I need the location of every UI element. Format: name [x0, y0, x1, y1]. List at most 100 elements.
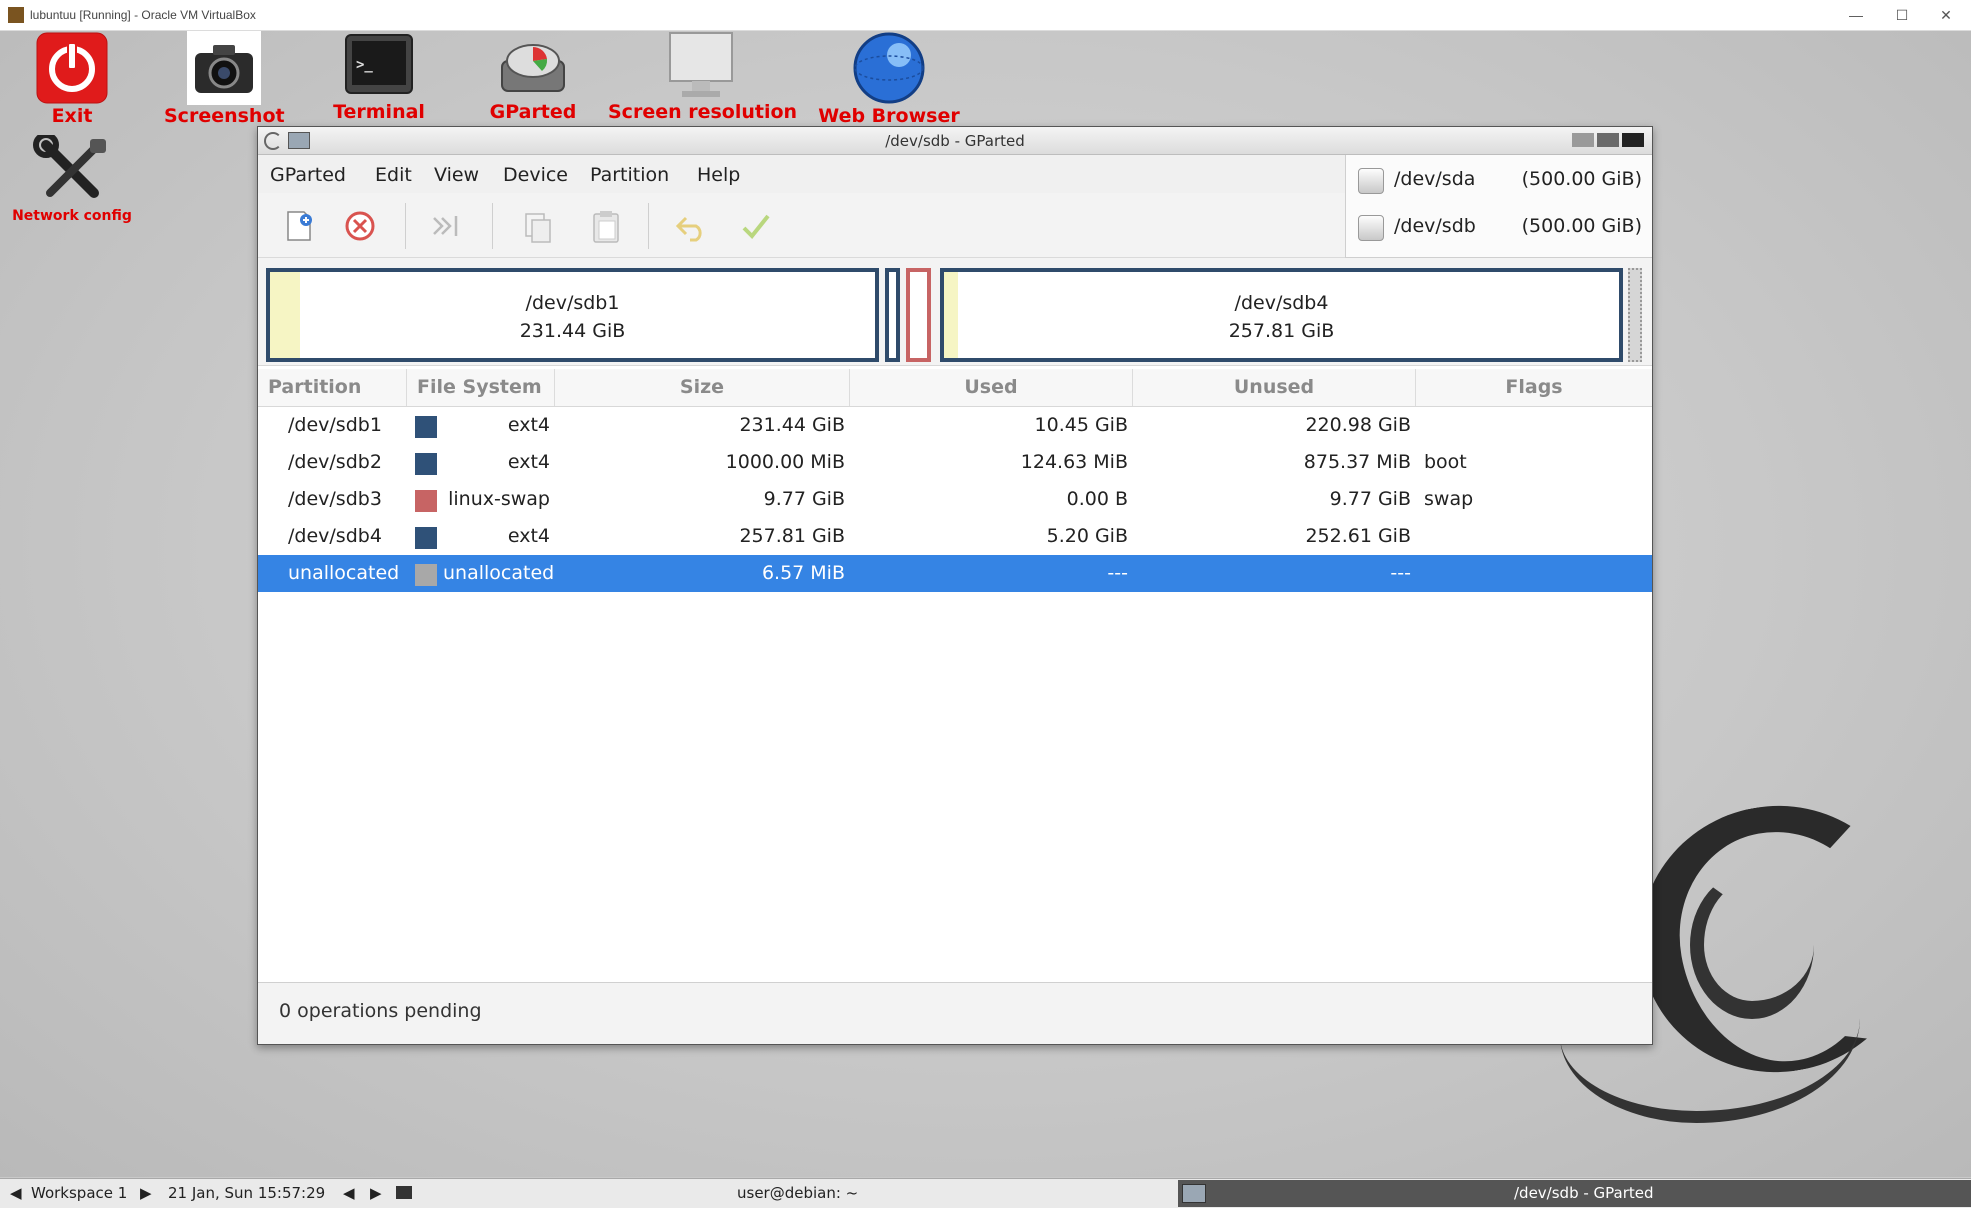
desktop-icon-label: GParted [489, 101, 577, 123]
desktop-icon-label: Terminal [333, 101, 425, 123]
partition-map-unallocated[interactable] [1628, 268, 1642, 362]
cell-unused: 875.37 MiB [1303, 451, 1411, 473]
device-name: /dev/sdb [1394, 215, 1476, 237]
desktop-icon-screenshot[interactable]: Screenshot [164, 31, 285, 127]
window-maximize-button[interactable] [1597, 133, 1619, 147]
task-gparted[interactable]: /dev/sdb - GParted [1178, 1180, 1971, 1207]
desktop-icon-label: Screen resolution [608, 101, 798, 123]
workspace-label[interactable]: Workspace 1 [31, 1184, 127, 1202]
terminal-task-icon[interactable] [396, 1186, 412, 1199]
device-name: /dev/sda [1394, 168, 1476, 190]
partition-map-name: /dev/sdb4 [1234, 292, 1329, 314]
partition-map-size: 257.81 GiB [1228, 320, 1335, 342]
workspace-prev-arrow-icon[interactable]: ◀ [10, 1184, 22, 1202]
cell-partition: unallocated [288, 562, 400, 584]
toolbar-separator [492, 203, 493, 249]
cell-unused: --- [1390, 562, 1411, 584]
virtualbox-icon [8, 7, 24, 23]
menu-view[interactable]: View [434, 164, 479, 186]
host-close-button[interactable]: ✕ [1926, 3, 1966, 27]
undo-icon[interactable] [672, 206, 712, 246]
operations-pending-status: 0 operations pending [279, 1000, 482, 1022]
column-header-used[interactable]: Used [850, 369, 1133, 406]
paste-icon[interactable] [586, 206, 626, 246]
partition-map-sdb4[interactable]: /dev/sdb4 257.81 GiB [940, 268, 1623, 362]
cell-partition: /dev/sdb2 [288, 451, 382, 473]
desktop-icon-screen-resolution[interactable]: Screen resolution [608, 31, 798, 123]
cell-flags: swap [1424, 488, 1474, 510]
disk-map: /dev/sdb1 231.44 GiB /dev/sdb4 257.81 Gi… [258, 258, 1652, 366]
table-row[interactable]: /dev/sdb2 ext4 1000.00 MiB 124.63 MiB 875.37… [258, 444, 1652, 481]
clock: 21 Jan, Sun 15:57:29 [168, 1184, 326, 1202]
resize-move-icon[interactable] [426, 206, 466, 246]
menu-device[interactable]: Device [503, 164, 568, 186]
window-minimize-button[interactable] [1572, 133, 1594, 147]
used-space-bar [944, 272, 958, 358]
gparted-titlebar[interactable]: /dev/sdb - GParted [258, 127, 1652, 155]
menu-partition[interactable]: Partition [590, 164, 669, 186]
new-partition-icon[interactable] [278, 206, 318, 246]
partition-map-sdb2[interactable] [885, 268, 900, 362]
menu-edit[interactable]: Edit [375, 164, 412, 186]
gparted-window: /dev/sdb - GParted GParted Edit View Dev… [257, 126, 1653, 1045]
tools-icon [33, 135, 106, 198]
cell-size: 1000.00 MiB [725, 451, 845, 473]
table-row[interactable]: /dev/sdb4 ext4 257.81 GiB 5.20 GiB 252.61 Gi… [258, 518, 1652, 555]
cell-unused: 220.98 GiB [1305, 414, 1411, 436]
desktop-icon-web-browser[interactable]: Web Browser [814, 31, 964, 127]
statusbar: 0 operations pending [258, 982, 1652, 1044]
menu-help[interactable]: Help [697, 164, 740, 186]
desktop-icon-exit[interactable]: Exit [22, 31, 122, 127]
cell-used: 124.63 MiB [1020, 451, 1128, 473]
toolbar [258, 193, 1348, 258]
task-prev-arrow-icon[interactable]: ◀ [343, 1184, 355, 1202]
cell-filesystem: linux-swap [448, 488, 550, 510]
apply-icon[interactable] [736, 206, 776, 246]
delete-partition-icon[interactable] [340, 206, 380, 246]
table-row[interactable]: /dev/sdb1 ext4 231.44 GiB 10.45 GiB 220.98 G… [258, 407, 1652, 444]
menu-gparted[interactable]: GParted [270, 164, 346, 186]
cell-filesystem: ext4 [507, 414, 550, 436]
task-next-arrow-icon[interactable]: ▶ [370, 1184, 382, 1202]
task-terminal[interactable]: user@debian: ~ [737, 1184, 858, 1202]
partition-map-sdb1[interactable]: /dev/sdb1 231.44 GiB [266, 268, 879, 362]
host-maximize-button[interactable]: ☐ [1882, 3, 1922, 27]
filesystem-color-swatch [415, 416, 437, 438]
power-icon [36, 32, 108, 104]
column-header-filesystem[interactable]: File System [407, 369, 555, 406]
cell-filesystem: ext4 [507, 451, 550, 473]
device-size: (500.00 GiB) [1521, 168, 1642, 190]
cell-used: 0.00 B [1066, 488, 1128, 510]
column-header-unused[interactable]: Unused [1133, 369, 1416, 406]
device-item-sdb[interactable]: /dev/sdb (500.00 GiB) [1346, 206, 1652, 246]
desktop-icon-label: Network config [12, 208, 132, 224]
cell-size: 257.81 GiB [739, 525, 845, 547]
filesystem-color-swatch [415, 564, 437, 586]
cell-partition: /dev/sdb3 [288, 488, 382, 510]
partition-map-sdb3[interactable] [906, 268, 931, 362]
window-title: /dev/sdb - GParted [885, 132, 1025, 150]
column-header-flags[interactable]: Flags [1416, 369, 1652, 406]
copy-icon[interactable] [518, 206, 558, 246]
host-window-title: lubuntuu [Running] - Oracle VM VirtualBo… [30, 8, 256, 22]
column-header-partition[interactable]: Partition [258, 369, 407, 406]
camera-icon [187, 31, 261, 105]
column-header-size[interactable]: Size [555, 369, 850, 406]
cell-used: --- [1107, 562, 1128, 584]
device-item-sda[interactable]: /dev/sda (500.00 GiB) [1346, 159, 1652, 199]
desktop-icon-network-config[interactable]: Network config [8, 135, 136, 227]
host-titlebar: lubuntuu [Running] - Oracle VM VirtualBo… [0, 0, 1971, 31]
workspace-next-arrow-icon[interactable]: ▶ [140, 1184, 152, 1202]
desktop-icon-terminal[interactable]: >_ Terminal [324, 31, 434, 123]
cell-partition: /dev/sdb1 [288, 414, 382, 436]
desktop-icon-label: Web Browser [818, 105, 960, 127]
desktop-icon-gparted[interactable]: GParted [478, 31, 588, 123]
table-row[interactable]: unallocated unallocated 6.57 MiB --- --- [258, 555, 1652, 592]
window-close-button[interactable] [1622, 133, 1644, 147]
host-minimize-button[interactable]: — [1836, 3, 1876, 27]
toolbar-separator [405, 203, 406, 249]
filesystem-color-swatch [415, 527, 437, 549]
table-row[interactable]: /dev/sdb3 linux-swap 9.77 GiB 0.00 B 9.77 Gi… [258, 481, 1652, 518]
taskbar: ◀ Workspace 1 ▶ 21 Jan, Sun 15:57:29 ◀ ▶… [0, 1178, 1971, 1208]
cell-size: 6.57 MiB [761, 562, 845, 584]
